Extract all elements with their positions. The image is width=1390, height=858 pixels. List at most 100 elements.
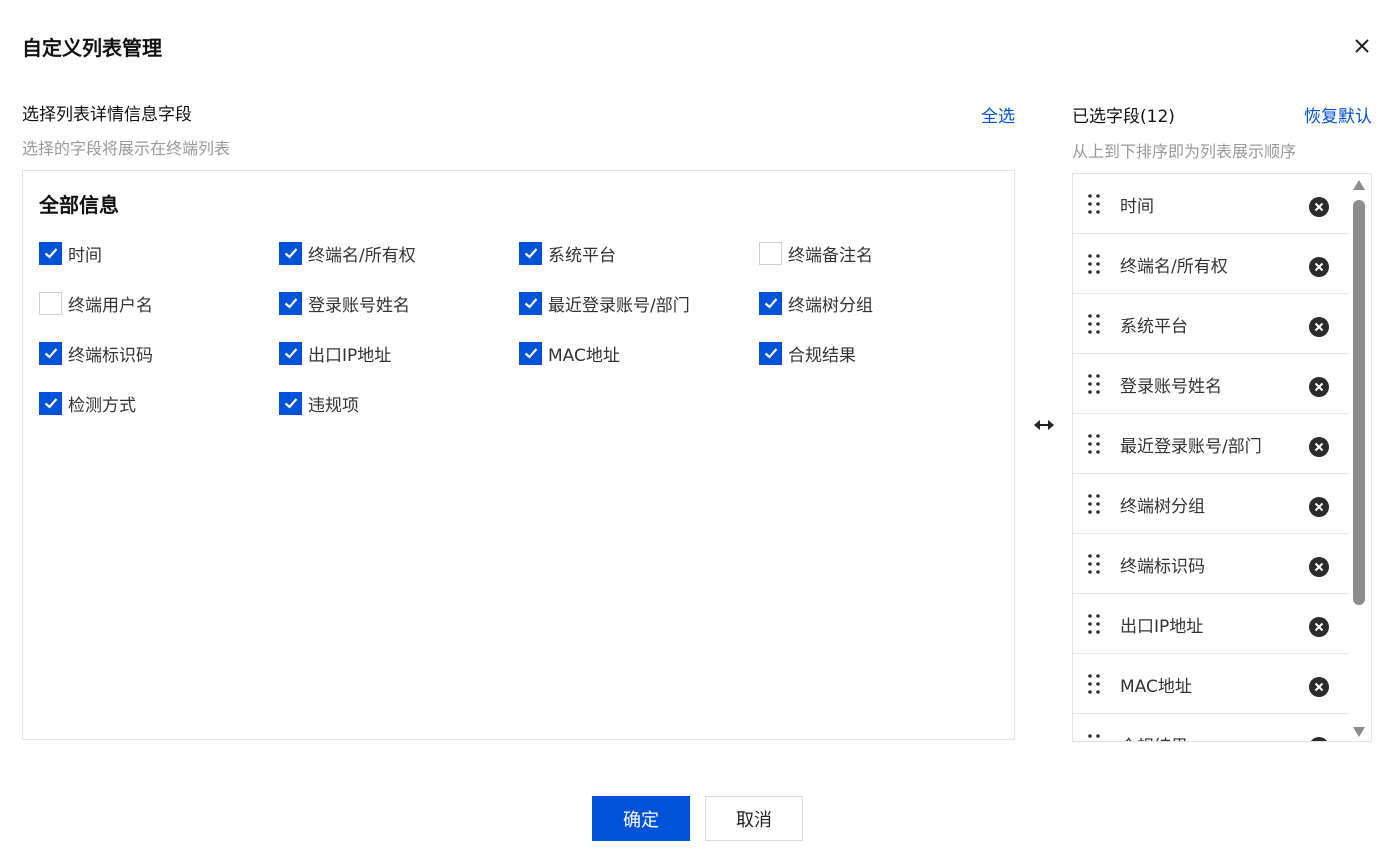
checkmark-icon (764, 348, 777, 359)
field-checkbox[interactable]: 终端标识码 (39, 341, 279, 366)
checkbox[interactable] (279, 341, 302, 365)
checkbox[interactable] (39, 341, 62, 365)
selected-field-item[interactable]: 最近登录账号/部门 (1073, 414, 1349, 474)
field-checkbox-label: 合规结果 (788, 345, 856, 366)
drag-handle-icon[interactable] (1087, 373, 1101, 395)
remove-circle-icon[interactable] (1309, 497, 1329, 517)
drag-handle-icon[interactable] (1087, 673, 1101, 695)
drag-handle-icon[interactable] (1087, 613, 1101, 635)
field-checkbox-label: 终端名/所有权 (308, 245, 416, 266)
selected-fields-subtitle: 从上到下排序即为列表展示顺序 (1072, 142, 1297, 161)
remove-circle-icon[interactable] (1309, 197, 1329, 217)
restore-default-link[interactable]: 恢复默认 (1304, 102, 1372, 127)
selected-field-item[interactable]: 出口IP地址 (1073, 594, 1349, 654)
selected-field-label: 合规结果 (1120, 732, 1188, 741)
checkbox[interactable] (279, 241, 302, 265)
field-chooser-subtitle: 选择的字段将展示在终端列表 (22, 139, 231, 158)
drag-handle-icon[interactable] (1087, 193, 1101, 215)
selected-field-item[interactable]: 终端树分组 (1073, 474, 1349, 534)
checkmark-icon (44, 248, 57, 259)
checkbox[interactable] (519, 341, 542, 365)
checkmark-icon (284, 348, 297, 359)
field-checkbox[interactable]: 违规项 (279, 391, 519, 416)
checkbox[interactable] (519, 291, 542, 315)
field-checkbox[interactable]: 时间 (39, 241, 279, 266)
selected-field-item[interactable]: 系统平台 (1073, 294, 1349, 354)
selected-field-item[interactable]: 时间 (1073, 174, 1349, 234)
drag-handle-icon[interactable] (1087, 313, 1101, 335)
remove-circle-icon[interactable] (1309, 617, 1329, 637)
field-checkbox-label: 系统平台 (548, 245, 616, 266)
scroll-up-arrow-icon[interactable] (1352, 179, 1366, 191)
checkmark-icon (44, 348, 57, 359)
close-button[interactable] (1350, 34, 1374, 58)
remove-circle-icon[interactable] (1309, 737, 1329, 741)
selected-field-label: MAC地址 (1120, 677, 1192, 697)
selected-field-item[interactable]: 终端名/所有权 (1073, 234, 1349, 294)
field-checkbox[interactable]: MAC地址 (519, 341, 759, 366)
field-checkbox[interactable]: 终端树分组 (759, 291, 999, 316)
field-checkbox-label: 终端标识码 (68, 345, 153, 366)
dialog-title: 自定义列表管理 (22, 36, 162, 60)
remove-circle-icon[interactable] (1309, 677, 1329, 697)
selected-field-item[interactable]: 终端标识码 (1073, 534, 1349, 594)
checkbox[interactable] (279, 391, 302, 415)
checkbox[interactable] (759, 241, 782, 265)
field-checkbox-label: 违规项 (308, 395, 359, 416)
drag-handle-icon[interactable] (1087, 733, 1101, 741)
field-checkbox-label: 终端备注名 (788, 245, 873, 266)
selected-field-item[interactable]: 登录账号姓名 (1073, 354, 1349, 414)
remove-circle-icon[interactable] (1309, 437, 1329, 457)
field-checkbox[interactable]: 检测方式 (39, 391, 279, 416)
checkmark-icon (764, 298, 777, 309)
checkbox[interactable] (759, 291, 782, 315)
selected-field-label: 终端树分组 (1120, 497, 1205, 517)
field-checkbox-label: 终端树分组 (788, 295, 873, 316)
checkbox[interactable] (39, 291, 62, 315)
selected-fields-panel[interactable]: 时间终端名/所有权系统平台 登录账号姓名最近登录账号/部门 终端树分组终端标识码出口… (1072, 173, 1372, 742)
field-checkbox-label: MAC地址 (548, 345, 620, 366)
checkbox[interactable] (279, 291, 302, 315)
checkbox[interactable] (759, 341, 782, 365)
field-checkbox[interactable]: 合规结果 (759, 341, 999, 366)
checkmark-icon (284, 248, 297, 259)
checkbox[interactable] (39, 241, 62, 265)
field-checkbox[interactable]: 系统平台 (519, 241, 759, 266)
checkbox[interactable] (39, 391, 62, 415)
selected-field-label: 时间 (1120, 197, 1154, 217)
cancel-button[interactable]: 取消 (705, 796, 803, 841)
field-checkbox[interactable]: 登录账号姓名 (279, 291, 519, 316)
field-checkbox[interactable]: 终端名/所有权 (279, 241, 519, 266)
field-checkbox-label: 登录账号姓名 (308, 295, 410, 316)
close-icon[interactable] (1350, 34, 1374, 58)
remove-circle-icon[interactable] (1309, 257, 1329, 277)
field-checkbox[interactable]: 终端备注名 (759, 241, 999, 266)
group-title: 全部信息 (39, 193, 119, 217)
checkbox[interactable] (519, 241, 542, 265)
field-checkbox-label: 时间 (68, 245, 102, 266)
selected-field-label: 终端名/所有权 (1120, 257, 1228, 277)
confirm-button[interactable]: 确定 (592, 796, 690, 841)
selected-field-label: 最近登录账号/部门 (1120, 437, 1262, 457)
field-chooser-title: 选择列表详情信息字段 (22, 105, 192, 125)
field-checkbox[interactable]: 终端用户名 (39, 291, 279, 316)
remove-circle-icon[interactable] (1309, 557, 1329, 577)
remove-circle-icon[interactable] (1309, 317, 1329, 337)
field-checkbox[interactable]: 出口IP地址 (279, 341, 519, 366)
scrollbar-thumb[interactable] (1353, 200, 1365, 605)
field-checkbox-grid: 时间 终端名/所有权 系统平台 终端备注名 终端用户名 登录账号姓名 最近登录账号/部门 终端… (39, 241, 999, 416)
drag-handle-icon[interactable] (1087, 553, 1101, 575)
field-chooser-panel: 全部信息 时间 终端名/所有权 系统平台 终端备注名终端用户名 登录账号姓名 最近登录账号… (22, 170, 1015, 740)
select-all-link[interactable]: 全选 (981, 102, 1015, 127)
field-checkbox-label: 最近登录账号/部门 (548, 295, 690, 316)
selected-fields-list: 时间终端名/所有权系统平台 登录账号姓名最近登录账号/部门 终端树分组终端标识码出口… (1073, 174, 1349, 741)
drag-handle-icon[interactable] (1087, 433, 1101, 455)
selected-field-item[interactable]: 合规结果 (1073, 714, 1349, 741)
field-checkbox[interactable]: 最近登录账号/部门 (519, 291, 759, 316)
selected-field-label: 终端标识码 (1120, 557, 1205, 577)
drag-handle-icon[interactable] (1087, 253, 1101, 275)
selected-field-item[interactable]: MAC地址 (1073, 654, 1349, 714)
drag-handle-icon[interactable] (1087, 493, 1101, 515)
remove-circle-icon[interactable] (1309, 377, 1329, 397)
scroll-down-arrow-icon[interactable] (1352, 726, 1366, 738)
